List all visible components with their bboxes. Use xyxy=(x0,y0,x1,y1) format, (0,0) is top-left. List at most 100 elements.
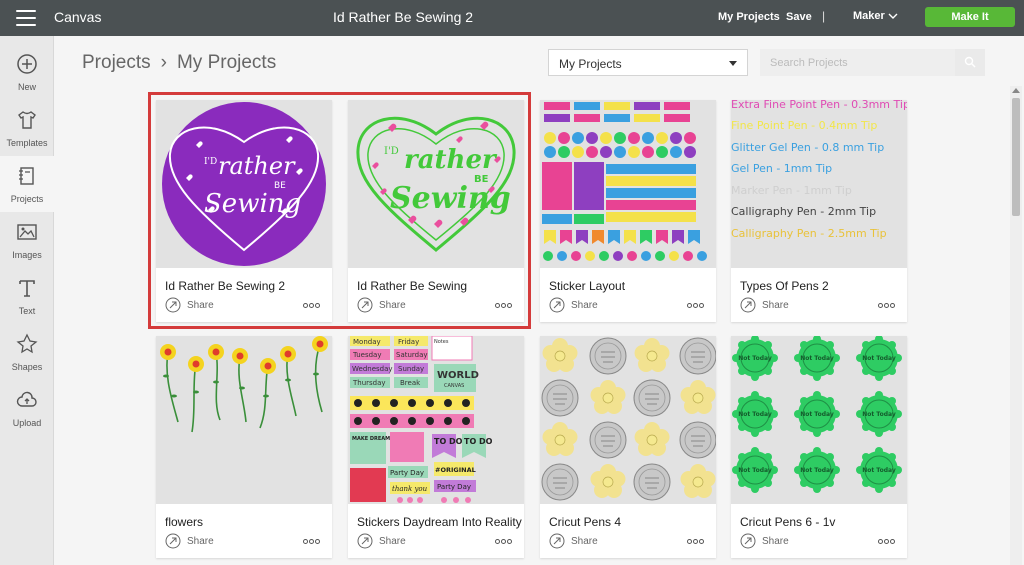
share-icon[interactable] xyxy=(165,533,181,549)
planner-party: Party Day xyxy=(390,469,424,477)
sticker-text: Not Today xyxy=(800,411,834,418)
sticker-text: Not Today xyxy=(738,467,772,474)
more-options-icon[interactable] xyxy=(878,539,895,544)
shirt-icon xyxy=(18,111,36,129)
breadcrumb-projects[interactable]: Projects xyxy=(82,52,151,73)
notebook-icon xyxy=(19,167,34,185)
sticker-text: Not Today xyxy=(800,467,834,474)
projects-filter-select[interactable]: My Projects xyxy=(548,49,748,76)
more-options-icon[interactable] xyxy=(878,303,895,308)
sidebar-item-new[interactable]: New xyxy=(0,44,54,100)
sticker-text: Not Today xyxy=(800,355,834,362)
highlight-box xyxy=(148,92,531,329)
more-options-icon[interactable] xyxy=(495,539,512,544)
more-options-icon[interactable] xyxy=(303,539,320,544)
pen-line: Glitter Gel Pen - 0.8 mm Tip xyxy=(731,141,884,154)
project-card[interactable]: Sticker Layout Share xyxy=(540,100,716,322)
planner-day: Wednesday xyxy=(352,365,393,373)
share-label[interactable]: Share xyxy=(379,536,406,547)
my-projects-link[interactable]: My Projects xyxy=(718,11,780,23)
project-card[interactable]: Monday Tuesday Wednesday Thursday Friday… xyxy=(348,336,524,558)
share-label[interactable]: Share xyxy=(571,536,598,547)
pen-line: Marker Pen - 1mm Tip xyxy=(731,184,852,197)
planner-day: Thursday xyxy=(352,379,386,387)
project-name[interactable]: flowers xyxy=(165,515,203,529)
planner-day: Tuesday xyxy=(352,351,381,359)
share-label[interactable]: Share xyxy=(571,300,598,311)
text-t-icon xyxy=(19,280,35,297)
share-label[interactable]: Share xyxy=(762,536,789,547)
flowers-image xyxy=(160,336,328,433)
toolbar-separator: | xyxy=(822,9,826,23)
pen-line: Fine Point Pen - 0.4mm Tip xyxy=(731,119,877,132)
cloud-upload-icon xyxy=(16,391,37,407)
planner-party: Party Day xyxy=(437,483,471,491)
project-thumbnail[interactable] xyxy=(540,100,716,268)
project-name[interactable]: Sticker Layout xyxy=(549,279,625,293)
project-name[interactable]: Cricut Pens 4 xyxy=(549,515,621,529)
sticker-layout-image xyxy=(542,102,707,261)
project-card[interactable]: Not Today Not Today Not Today Not Today … xyxy=(731,336,907,558)
breadcrumb-my-projects: My Projects xyxy=(176,52,277,73)
project-thumbnail[interactable]: Not Today Not Today Not Today Not Today … xyxy=(731,336,907,504)
project-thumbnail[interactable] xyxy=(540,336,716,504)
chevron-down-icon[interactable] xyxy=(888,11,898,21)
sticker-text: Not Today xyxy=(862,467,896,474)
pen-line: Calligraphy Pen - 2.5mm Tip xyxy=(731,227,887,240)
project-name[interactable]: Cricut Pens 6 - 1v xyxy=(740,515,835,529)
top-bar: Canvas Id Rather Be Sewing 2 My Projects… xyxy=(0,0,1024,36)
planner-todo: TO DO xyxy=(464,437,493,446)
breadcrumb: Projects › My Projects xyxy=(82,52,276,74)
more-options-icon[interactable] xyxy=(687,539,704,544)
sidebar-item-label: Shapes xyxy=(11,362,43,372)
project-thumbnail[interactable]: Extra Fine Point Pen - 0.3mm Tip Fine Po… xyxy=(731,100,907,268)
planner-notes: Notes xyxy=(434,339,449,345)
planner-world: WORLD xyxy=(437,370,479,381)
project-thumbnail[interactable]: Monday Tuesday Wednesday Thursday Friday… xyxy=(348,336,524,504)
more-options-icon[interactable] xyxy=(687,303,704,308)
sticker-text: Not Today xyxy=(862,411,896,418)
share-icon[interactable] xyxy=(549,297,565,313)
planner-thank: thank you xyxy=(392,485,428,493)
machine-selector[interactable]: Maker xyxy=(853,10,885,22)
project-card[interactable]: flowers Share xyxy=(156,336,332,558)
sidebar: New Templates Projects Images Text Shape… xyxy=(0,36,54,565)
share-label[interactable]: Share xyxy=(762,300,789,311)
cricut-pens-flowers-image xyxy=(541,337,716,501)
planner-original: #ORIGINAL xyxy=(435,466,476,474)
filter-selected-value: My Projects xyxy=(559,57,622,71)
project-thumbnail[interactable] xyxy=(156,336,332,504)
document-title: Id Rather Be Sewing 2 xyxy=(332,9,474,25)
share-icon[interactable] xyxy=(740,297,756,313)
search-button[interactable] xyxy=(955,49,985,76)
sticker-text: Not Today xyxy=(862,355,896,362)
sidebar-item-text[interactable]: Text xyxy=(0,268,54,324)
share-label[interactable]: Share xyxy=(187,536,214,547)
sidebar-item-label: New xyxy=(17,82,36,92)
sidebar-item-images[interactable]: Images xyxy=(0,212,54,268)
plus-circle-icon xyxy=(17,54,37,74)
pen-line: Extra Fine Point Pen - 0.3mm Tip xyxy=(731,100,907,111)
search-input[interactable] xyxy=(760,49,955,76)
scroll-up-arrow-icon[interactable] xyxy=(1012,88,1020,93)
planner-canvas: CANVAS xyxy=(444,383,464,389)
make-it-button[interactable]: Make It xyxy=(925,7,1015,27)
sidebar-item-label: Projects xyxy=(10,194,44,204)
share-icon[interactable] xyxy=(357,533,373,549)
share-icon[interactable] xyxy=(549,533,565,549)
sidebar-item-templates[interactable]: Templates xyxy=(0,100,54,156)
sidebar-item-upload[interactable]: Upload xyxy=(0,380,54,436)
sidebar-item-projects[interactable]: Projects xyxy=(0,156,54,212)
project-card[interactable]: Extra Fine Point Pen - 0.3mm Tip Fine Po… xyxy=(731,100,907,322)
project-card[interactable]: Cricut Pens 4 Share xyxy=(540,336,716,558)
planner-todo: TO DO xyxy=(434,437,463,446)
planner-day: Friday xyxy=(398,338,419,346)
sidebar-item-label: Text xyxy=(18,306,36,316)
project-name[interactable]: Types Of Pens 2 xyxy=(740,279,829,293)
project-name[interactable]: Stickers Daydream Into Reality xyxy=(357,515,522,529)
scrollbar-thumb[interactable] xyxy=(1012,98,1020,216)
save-link[interactable]: Save xyxy=(786,11,812,23)
sidebar-item-shapes[interactable]: Shapes xyxy=(0,324,54,380)
planner-day: Sunday xyxy=(398,365,424,373)
share-icon[interactable] xyxy=(740,533,756,549)
